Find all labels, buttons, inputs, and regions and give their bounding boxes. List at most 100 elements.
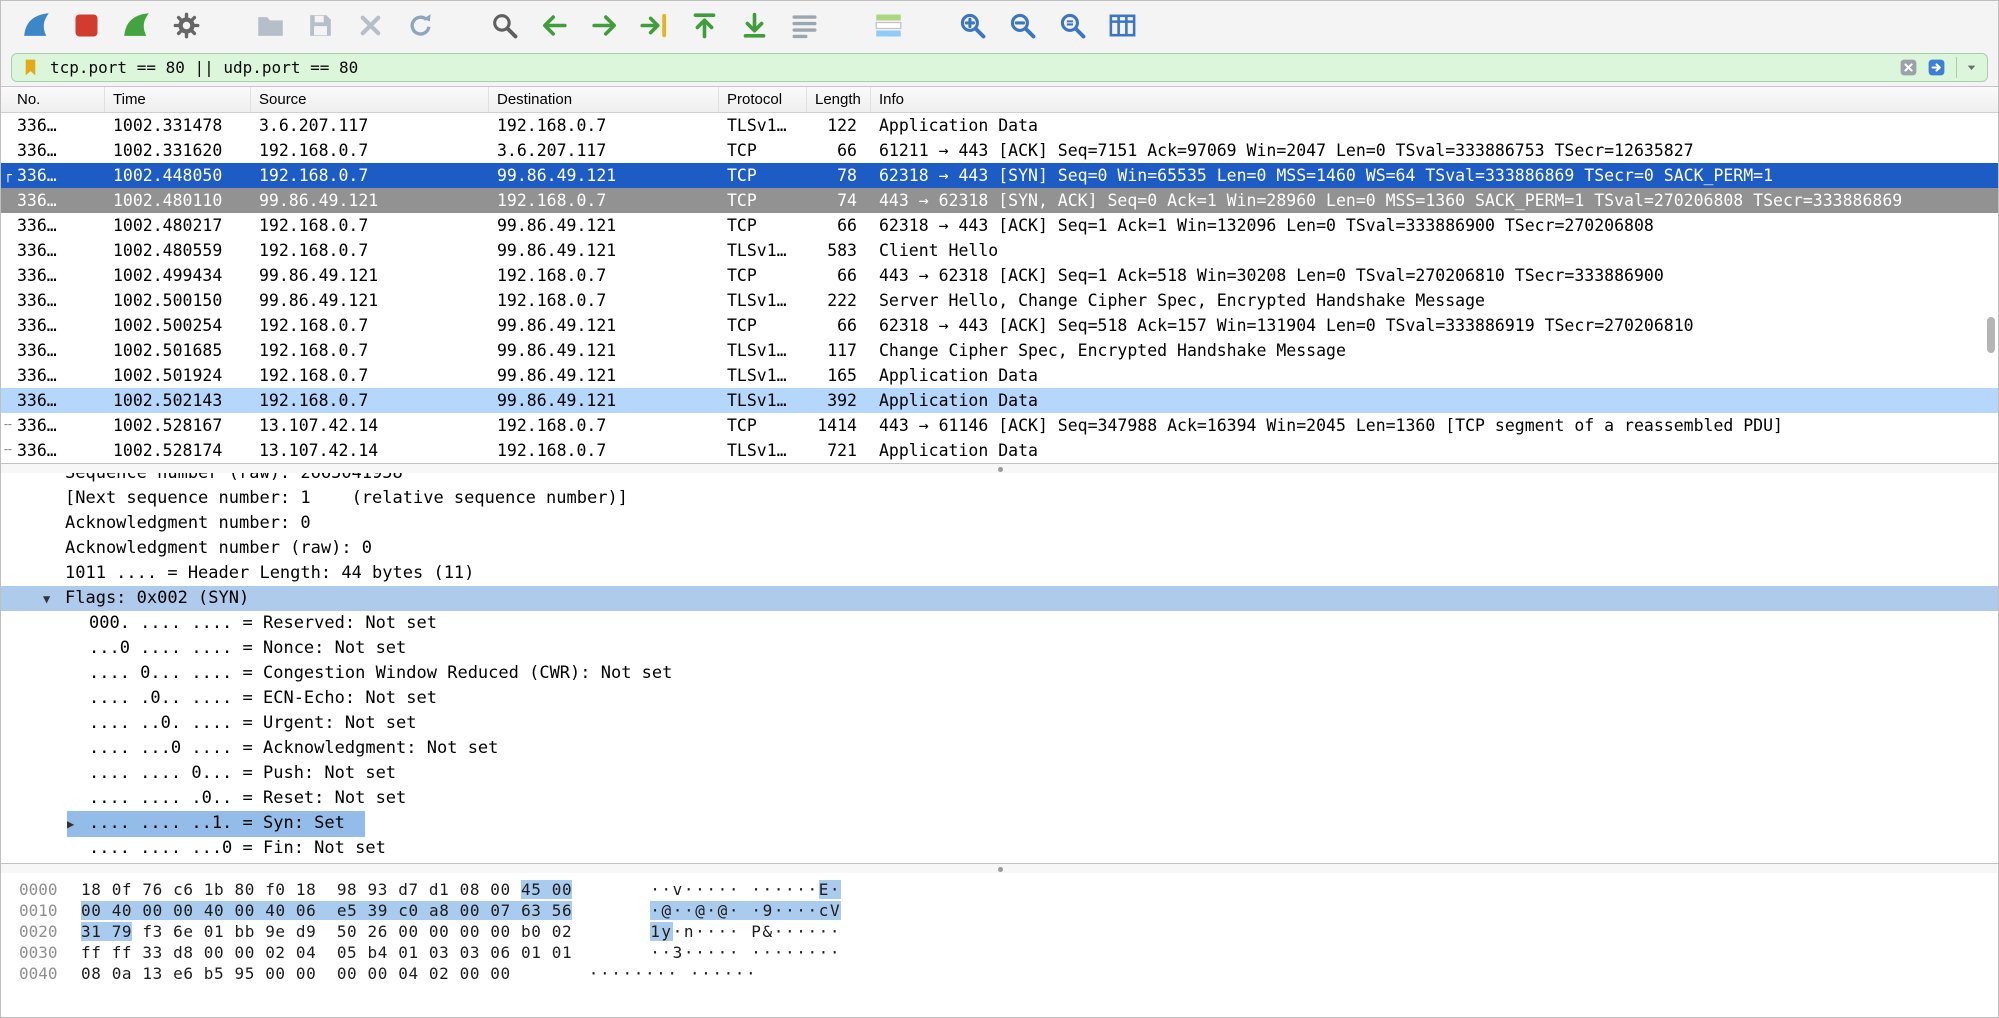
packet-row[interactable]: ╌336…1002.52816713.107.42.14192.168.0.7T…: [1, 413, 1998, 438]
colorize-packets-icon: [873, 10, 904, 41]
packet-row[interactable]: 336…1002.48011099.86.49.121192.168.0.7TC…: [1, 188, 1998, 213]
collapse-arrow-icon[interactable]: ▼: [43, 587, 65, 612]
detail-line[interactable]: 1011 .... = Header Length: 44 bytes (11): [1, 561, 1998, 586]
column-header-info[interactable]: Info: [871, 87, 1998, 112]
detail-line[interactable]: ...0 .... .... = Nonce: Not set: [1, 636, 1998, 661]
filter-bookmark-icon[interactable]: [20, 57, 41, 78]
no-cell: ╌336…: [1, 413, 105, 438]
destination-cell: 99.86.49.121: [489, 238, 719, 263]
hex-bytes[interactable]: 18 0f 76 c6 1b 80 f0 18 98 93 d7 d1 08 0…: [81, 880, 572, 899]
destination-cell: 192.168.0.7: [489, 188, 719, 213]
hex-bytes[interactable]: 00 40 00 00 40 00 40 06 e5 39 c0 a8 00 0…: [81, 901, 572, 920]
protocol-cell: TLSv1…: [719, 363, 807, 388]
hex-bytes[interactable]: 08 0a 13 e6 b5 95 00 00 00 00 04 02 00 0…: [81, 964, 511, 983]
packet-row[interactable]: 336…1002.331620192.168.0.73.6.207.117TCP…: [1, 138, 1998, 163]
zoom-in-button[interactable]: [951, 5, 993, 45]
packet-row[interactable]: 336…1002.500254192.168.0.799.86.49.121TC…: [1, 313, 1998, 338]
no-cell: 336…: [1, 188, 105, 213]
go-to-packet-button[interactable]: [633, 5, 675, 45]
detail-line[interactable]: ▶.... .... ..1. = Syn: Set: [1, 811, 1998, 836]
go-back-button[interactable]: [533, 5, 575, 45]
hex-bytes[interactable]: ff ff 33 d8 00 00 02 04 05 b4 01 03 03 0…: [81, 943, 572, 962]
column-header-destination[interactable]: Destination: [489, 87, 719, 112]
detail-line[interactable]: Acknowledgment number: 0: [1, 511, 1998, 536]
expand-arrow-icon[interactable]: ▶: [67, 812, 89, 837]
go-last-packet-button[interactable]: [733, 5, 775, 45]
stop-capture-button[interactable]: [65, 5, 107, 45]
hex-row[interactable]: 001000 40 00 00 40 00 40 06 e5 39 c0 a8 …: [19, 900, 1998, 921]
packet-row[interactable]: ╌336…1002.52817413.107.42.14192.168.0.7T…: [1, 438, 1998, 463]
time-cell: 1002.331478: [105, 113, 251, 138]
detail-line[interactable]: Sequence number (raw): 2665041958: [1, 473, 1998, 486]
packet-row[interactable]: 336…1002.480559192.168.0.799.86.49.121TL…: [1, 238, 1998, 263]
start-capture-button[interactable]: [15, 5, 57, 45]
hex-row[interactable]: 000018 0f 76 c6 1b 80 f0 18 98 93 d7 d1 …: [19, 879, 1998, 900]
filter-dropdown-chevron-icon[interactable]: [1956, 57, 1979, 78]
protocol-cell: TLSv1…: [719, 388, 807, 413]
toolbar-group: [15, 5, 215, 45]
zoom-reset-button[interactable]: [1051, 5, 1093, 45]
packet-row[interactable]: 336…1002.49943499.86.49.121192.168.0.7TC…: [1, 263, 1998, 288]
no-cell: 336…: [1, 213, 105, 238]
filter-text[interactable]: tcp.port == 80 || udp.port == 80: [50, 58, 1898, 77]
display-filter-input[interactable]: tcp.port == 80 || udp.port == 80: [11, 53, 1988, 82]
detail-line[interactable]: .... .... 0... = Push: Not set: [1, 761, 1998, 786]
detail-text: .... .... .0.. = Reset: Not set: [89, 788, 406, 808]
filter-apply-icon[interactable]: [1926, 57, 1947, 78]
capture-options-button[interactable]: [165, 5, 207, 45]
detail-text: Acknowledgment number: 0: [65, 513, 311, 533]
hex-ascii[interactable]: ········ ······: [589, 964, 758, 983]
hex-ascii[interactable]: ··3····· ········: [650, 943, 841, 962]
column-header-source[interactable]: Source: [251, 87, 489, 112]
packet-row[interactable]: 336…1002.480217192.168.0.799.86.49.121TC…: [1, 213, 1998, 238]
detail-line[interactable]: .... 0... .... = Congestion Window Reduc…: [1, 661, 1998, 686]
detail-line[interactable]: .... ..0. .... = Urgent: Not set: [1, 711, 1998, 736]
hex-row[interactable]: 002031 79 f3 6e 01 bb 9e d9 50 26 00 00 …: [19, 921, 1998, 942]
packet-row[interactable]: 336…1002.50015099.86.49.121192.168.0.7TL…: [1, 288, 1998, 313]
detail-line[interactable]: .... .0.. .... = ECN-Echo: Not set: [1, 686, 1998, 711]
detail-line[interactable]: .... .... .0.. = Reset: Not set: [1, 786, 1998, 811]
reload-capture-file-button[interactable]: [399, 5, 441, 45]
packet-row[interactable]: ┌336…1002.448050192.168.0.799.86.49.121T…: [1, 163, 1998, 188]
details-bytes-splitter[interactable]: [1, 863, 1998, 873]
filter-clear-icon[interactable]: [1898, 57, 1919, 78]
packet-row[interactable]: 336…1002.502143192.168.0.799.86.49.121TL…: [1, 388, 1998, 413]
detail-text: 000. .... .... = Reserved: Not set: [89, 613, 437, 633]
restart-capture-button[interactable]: [115, 5, 157, 45]
no-cell: ╌336…: [1, 438, 105, 463]
colorize-packets-button[interactable]: [867, 5, 909, 45]
find-packet-button[interactable]: [483, 5, 525, 45]
detail-text: 1011 .... = Header Length: 44 bytes (11): [65, 563, 474, 583]
hex-row[interactable]: 004008 0a 13 e6 b5 95 00 00 00 00 04 02 …: [19, 963, 1998, 984]
no-cell: 336…: [1, 338, 105, 363]
column-header-time[interactable]: Time: [105, 87, 251, 112]
packet-list-scrollbar[interactable]: [1987, 317, 1995, 353]
auto-scroll-button[interactable]: [783, 5, 825, 45]
hex-ascii[interactable]: 1y·n···· P&······: [650, 922, 841, 941]
packet-row[interactable]: 336…1002.501924192.168.0.799.86.49.121TL…: [1, 363, 1998, 388]
detail-line[interactable]: .... .... ...0 = Fin: Not set: [1, 836, 1998, 861]
resize-columns-button[interactable]: [1101, 5, 1143, 45]
detail-line[interactable]: [Next sequence number: 1 (relative seque…: [1, 486, 1998, 511]
column-header-length[interactable]: Length: [807, 87, 871, 112]
save-capture-file-button[interactable]: [299, 5, 341, 45]
list-details-splitter[interactable]: [1, 463, 1998, 473]
packet-row[interactable]: 336…1002.501685192.168.0.799.86.49.121TL…: [1, 338, 1998, 363]
detail-line[interactable]: .... ...0 .... = Acknowledgment: Not set: [1, 736, 1998, 761]
detail-line[interactable]: 000. .... .... = Reserved: Not set: [1, 611, 1998, 636]
hex-bytes[interactable]: 31 79 f3 6e 01 bb 9e d9 50 26 00 00 00 0…: [81, 922, 572, 941]
column-header-protocol[interactable]: Protocol: [719, 87, 807, 112]
packet-row[interactable]: 336…1002.3314783.6.207.117192.168.0.7TLS…: [1, 113, 1998, 138]
go-forward-button[interactable]: [583, 5, 625, 45]
detail-line[interactable]: Acknowledgment number (raw): 0: [1, 536, 1998, 561]
hex-ascii[interactable]: ··v····· ······E·: [650, 880, 841, 899]
hex-ascii[interactable]: ·@··@·@· ·9····cV: [650, 901, 841, 920]
time-cell: 1002.502143: [105, 388, 251, 413]
close-capture-file-button[interactable]: [349, 5, 391, 45]
column-header-no[interactable]: No.: [1, 87, 105, 112]
hex-row[interactable]: 0030ff ff 33 d8 00 00 02 04 05 b4 01 03 …: [19, 942, 1998, 963]
go-first-packet-button[interactable]: [683, 5, 725, 45]
open-capture-file-button[interactable]: [249, 5, 291, 45]
detail-line[interactable]: ▼Flags: 0x002 (SYN): [1, 586, 1998, 611]
zoom-out-button[interactable]: [1001, 5, 1043, 45]
